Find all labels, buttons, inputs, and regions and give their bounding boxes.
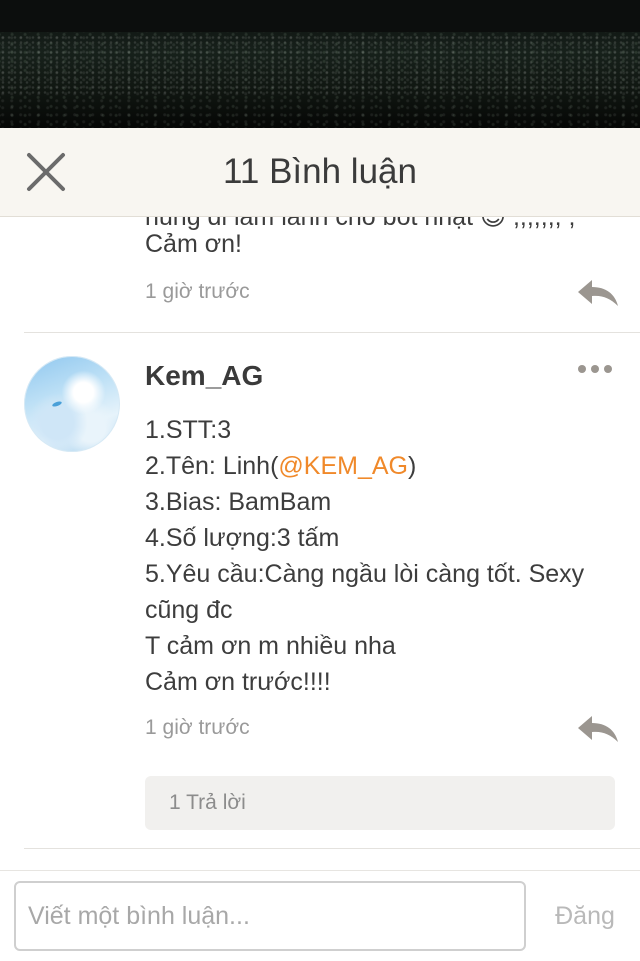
comment-line: 4.Số lượng:3 tấm [145,524,340,552]
comment-divider [24,332,640,333]
reply-arrow-icon [578,280,618,306]
background-photo [0,0,640,130]
more-dots-icon [591,365,599,373]
previous-comment-time: 1 giờ trước [145,280,250,303]
reply-button[interactable] [576,278,620,308]
user-mention-link[interactable]: @KEM_AG [278,452,408,480]
comment-divider [24,848,640,849]
post-button[interactable]: Đăng [540,881,630,951]
more-dots-icon [578,365,586,373]
page-title: 11 Bình luận [223,152,417,191]
comment-line: Cảm ơn trước!!!! [145,668,331,696]
comments-header: 11 Bình luận [0,128,640,217]
comment-line: cũng đc [145,596,233,624]
reply-button[interactable] [576,714,620,744]
photo-shade [0,0,640,32]
previous-comment-text: Cảm ơn! [145,230,242,258]
more-options-button[interactable] [578,360,618,378]
comment-time: 1 giờ trước [145,716,250,739]
comment-username[interactable]: Kem_AG [145,360,263,392]
more-dots-icon [604,365,612,373]
replies-count-label: 1 Trả lời [169,791,246,814]
avatar[interactable] [24,356,120,452]
avatar-detail [51,400,63,408]
comment-feed[interactable]: nùng di làm lanh cho bót nhạt 😊 ,,,,,,, … [0,216,640,870]
comment-line: 3.Bias: BamBam [145,488,332,516]
comment-input[interactable] [14,881,526,951]
comment-line: 5.Yêu cầu:Càng ngầu lòi càng tốt. Sexy [145,560,585,588]
comment-body: 1.STT:3 2.Tên: Linh(@KEM_AG) 3.Bias: Bam… [145,412,615,700]
view-replies-button[interactable]: 1 Trả lời [145,776,615,830]
comment-line-prefix: 2.Tên: Linh( [145,452,279,480]
comment-line: 2.Tên: Linh(@KEM_AG) [145,448,615,484]
photo-lights [0,35,640,95]
comment-line: T cảm ơn m nhiều nha [145,632,396,660]
reply-arrow-icon [578,716,618,742]
comment-line: 1.STT:3 [145,416,232,444]
comment-composer: Đăng [0,870,640,961]
comment-line-suffix: ) [408,452,417,480]
